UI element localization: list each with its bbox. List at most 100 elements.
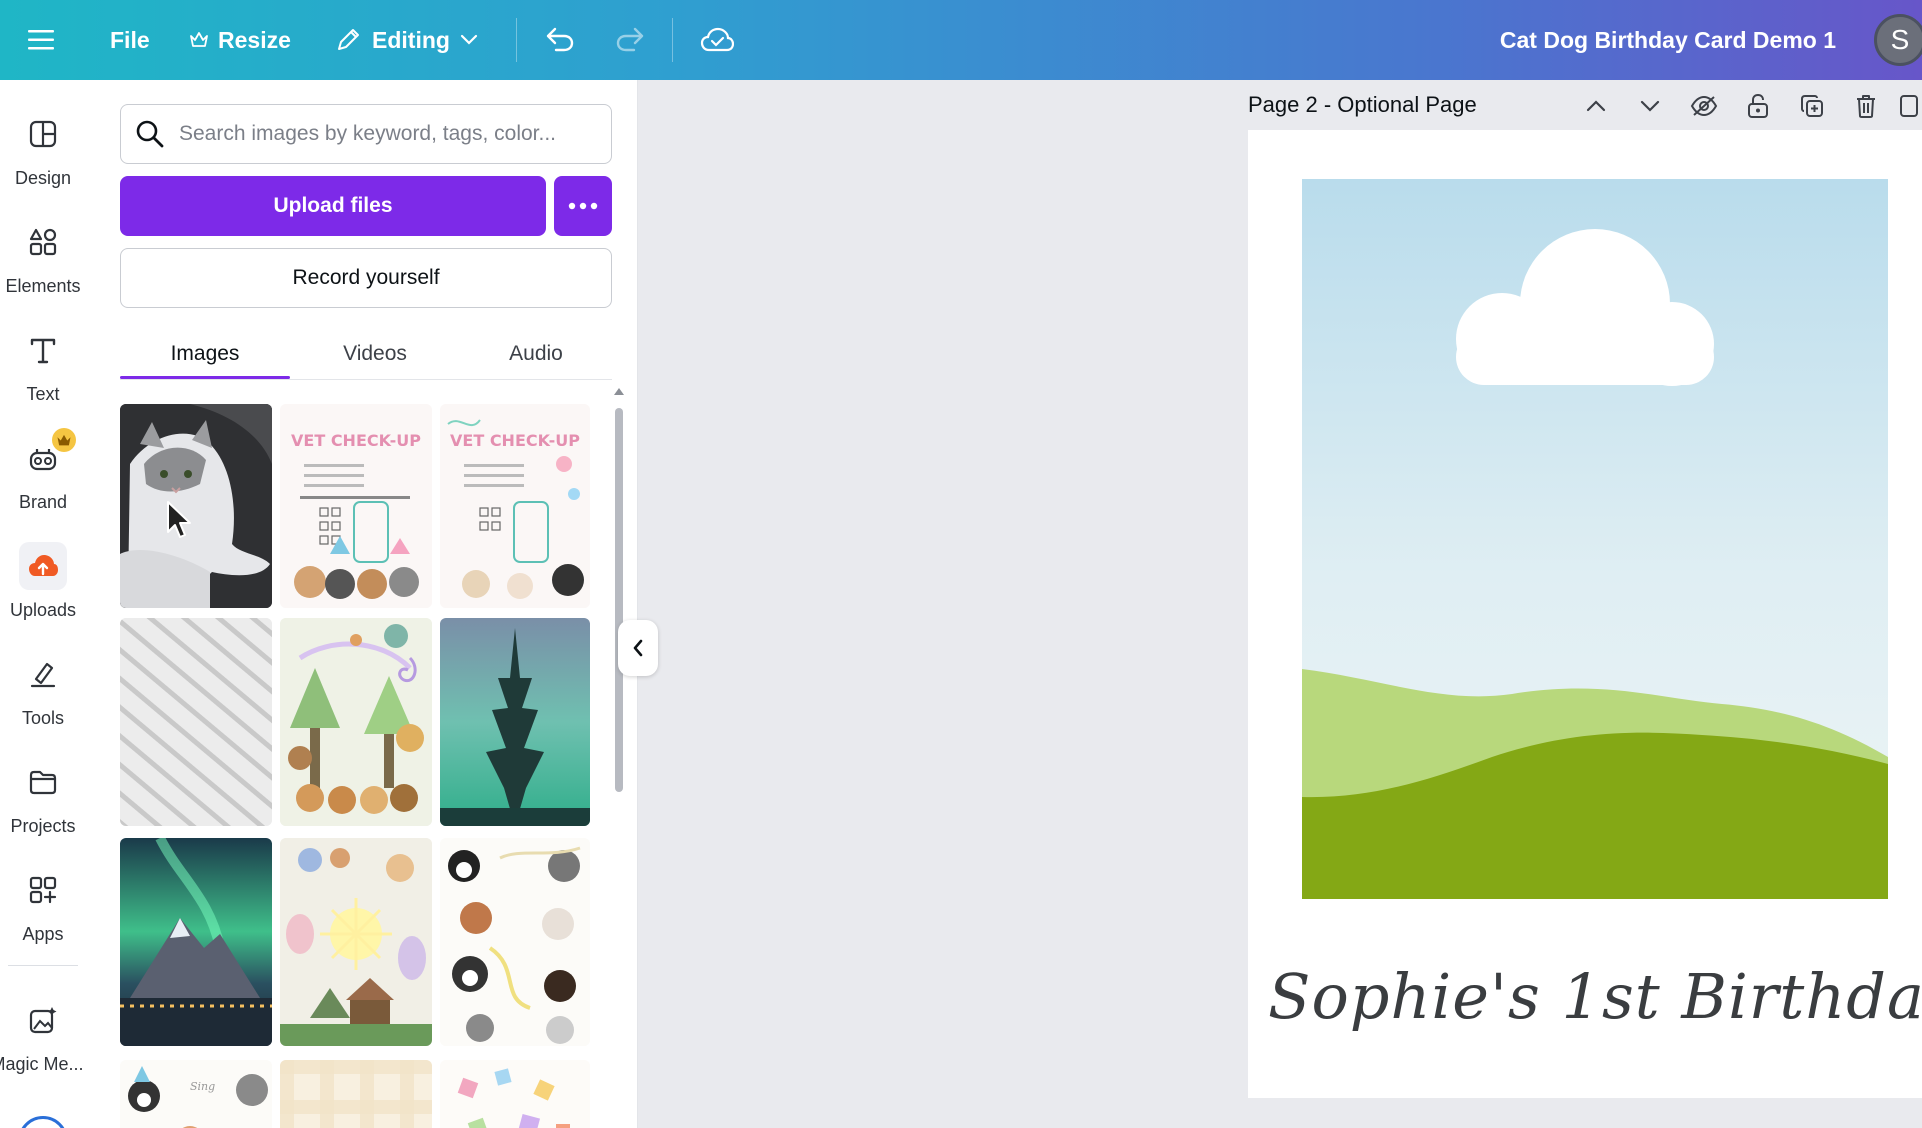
design-icon [19, 110, 67, 158]
image-thumbnail[interactable] [280, 838, 432, 1046]
landscape-illustration[interactable] [1302, 179, 1888, 899]
add-page-button[interactable] [1896, 88, 1922, 124]
nav-design-label: Design [14, 168, 72, 188]
tab-audio[interactable]: Audio [460, 328, 612, 380]
nav-projects-label: Projects [10, 816, 76, 836]
nav-text[interactable]: Text [0, 314, 86, 410]
nav-tools[interactable]: Tools [0, 638, 86, 734]
document-title[interactable]: Cat Dog Birthday Card Demo 1 [1500, 0, 1836, 80]
image-thumbnail[interactable] [120, 404, 272, 608]
duplicate-icon [1801, 95, 1823, 117]
tools-icon [19, 650, 67, 698]
nav-magic-media[interactable]: Magic Me... [0, 984, 86, 1080]
move-page-up-button[interactable] [1578, 88, 1614, 124]
trash-icon [1857, 95, 1875, 118]
undo-button[interactable] [544, 0, 576, 80]
text-icon [19, 326, 67, 374]
hamburger-icon [28, 30, 54, 50]
image-thumbnail[interactable]: Sing [120, 1060, 272, 1128]
media-tabs: Images Videos Audio [120, 328, 612, 380]
image-thumbnail[interactable] [120, 618, 272, 826]
eye-icon [1690, 95, 1718, 117]
chevron-down-icon [1640, 100, 1660, 112]
nav-brand[interactable]: Brand [0, 422, 86, 518]
redo-icon [616, 27, 644, 52]
image-grid: VET CHECK-UP VET CHECK-UP Sing [120, 404, 590, 1128]
cloud-check-icon [700, 27, 734, 52]
assistant-icon[interactable] [18, 1116, 68, 1128]
nav-text-label: Text [26, 384, 60, 404]
search-icon [136, 120, 164, 148]
image-thumbnail[interactable]: VET CHECK-UP [440, 404, 590, 608]
chevron-down-icon [460, 34, 478, 45]
image-thumbnail[interactable] [440, 618, 590, 826]
upload-files-button[interactable]: Upload files [120, 176, 546, 236]
search-box[interactable] [120, 104, 612, 164]
toolbar-divider [672, 18, 673, 62]
nav-apps[interactable]: Apps [0, 854, 86, 950]
uploads-panel: Upload files Record yourself Images Vide… [86, 80, 638, 1128]
crown-icon [52, 428, 76, 452]
search-input[interactable] [179, 122, 599, 146]
more-horizontal-icon [568, 202, 598, 210]
pencil-icon [338, 29, 359, 50]
svg-text:Sing: Sing [190, 1080, 215, 1093]
hide-page-button[interactable] [1686, 88, 1722, 124]
record-yourself-button[interactable]: Record yourself [120, 248, 612, 308]
add-page-icon [1900, 95, 1918, 117]
image-thumbnail[interactable] [440, 1060, 590, 1128]
nav-magic-media-label: Magic Me... [0, 1054, 84, 1074]
nav-uploads-label: Uploads [9, 600, 77, 620]
image-thumbnail[interactable] [280, 618, 432, 826]
mouse-cursor-icon [167, 501, 191, 538]
resize-button[interactable]: Resize [190, 0, 291, 80]
undo-icon [546, 27, 574, 52]
image-thumbnail[interactable] [280, 1060, 432, 1128]
redo-button[interactable] [614, 0, 646, 80]
main-menu-button[interactable] [28, 0, 54, 80]
delete-page-button[interactable] [1848, 88, 1884, 124]
upload-more-options-button[interactable] [554, 176, 612, 236]
nav-elements[interactable]: Elements [0, 206, 86, 302]
scrollbar-thumb[interactable] [615, 408, 623, 792]
tab-videos[interactable]: Videos [290, 328, 460, 380]
rail-divider [8, 965, 78, 966]
design-page[interactable]: Sophie's 1st Birthday! [1248, 130, 1922, 1098]
chevron-left-icon [633, 639, 643, 657]
avatar[interactable]: S [1874, 14, 1922, 66]
upload-cloud-icon [19, 542, 67, 590]
chevron-up-icon [1586, 100, 1606, 112]
nav-tools-label: Tools [21, 708, 65, 728]
nav-brand-label: Brand [18, 492, 68, 512]
file-menu-button[interactable]: File [110, 0, 150, 80]
magic-media-icon [19, 996, 67, 1044]
crown-icon [190, 32, 208, 47]
collapse-panel-button[interactable] [618, 620, 658, 676]
editing-label: Editing [372, 26, 450, 53]
image-thumbnail[interactable]: VET CHECK-UP [280, 404, 432, 608]
page-title[interactable]: Page 2 - Optional Page [1248, 92, 1477, 118]
file-label: File [110, 26, 150, 53]
elements-icon [19, 218, 67, 266]
panel-scrollbar[interactable] [610, 384, 628, 1128]
scroll-up-arrow-icon[interactable] [614, 388, 624, 395]
nav-uploads[interactable]: Uploads [0, 530, 86, 626]
duplicate-page-button[interactable] [1794, 88, 1830, 124]
tabs-divider [120, 379, 612, 380]
folder-icon [19, 758, 67, 806]
nav-projects[interactable]: Projects [0, 746, 86, 842]
active-tab-indicator [120, 376, 290, 379]
tab-images[interactable]: Images [120, 328, 290, 380]
save-status-button[interactable] [700, 0, 734, 80]
move-page-down-button[interactable] [1632, 88, 1668, 124]
lock-page-button[interactable] [1740, 88, 1776, 124]
svg-text:VET CHECK-UP: VET CHECK-UP [450, 431, 580, 450]
image-thumbnail[interactable] [440, 838, 590, 1046]
nav-design[interactable]: Design [0, 98, 86, 194]
birthday-caption-text[interactable]: Sophie's 1st Birthday! [1268, 960, 1922, 1033]
image-thumbnail[interactable] [120, 838, 272, 1046]
resize-label: Resize [218, 26, 291, 53]
nav-elements-label: Elements [5, 276, 81, 296]
editing-mode-dropdown[interactable]: Editing [334, 0, 478, 80]
top-bar: File Resize Editing Cat Dog Birthday Car… [0, 0, 1922, 80]
